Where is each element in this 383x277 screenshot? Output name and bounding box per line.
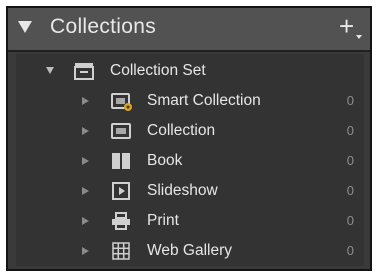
collection-label: Print (147, 212, 179, 229)
collections-panel-header[interactable]: Collections + (8, 8, 370, 52)
item-count: 0 (346, 123, 354, 138)
collection-row-slideshow[interactable]: Slideshow 0 (16, 176, 364, 206)
item-count: 0 (346, 153, 354, 168)
add-collection-button[interactable]: + (339, 12, 362, 40)
collections-panel: Collections + Collection Set Smart Colle… (6, 6, 372, 271)
expand-triangle-icon[interactable] (82, 157, 89, 165)
expand-triangle-icon[interactable] (46, 67, 54, 74)
collection-row-book[interactable]: Book 0 (16, 146, 364, 176)
item-count: 0 (346, 243, 354, 258)
item-count: 0 (346, 93, 354, 108)
web-gallery-icon (111, 241, 131, 261)
book-icon (111, 151, 131, 171)
plus-icon: + (339, 11, 355, 41)
item-count: 0 (346, 213, 354, 228)
collection-label: Web Gallery (147, 242, 232, 259)
expand-triangle-icon[interactable] (82, 97, 89, 105)
collection-row-smart-collection[interactable]: Smart Collection 0 (16, 86, 364, 116)
print-icon (111, 211, 131, 231)
panel-title: Collections (50, 15, 157, 38)
collection-label: Slideshow (147, 182, 218, 199)
collection-row-print[interactable]: Print 0 (16, 206, 364, 236)
collection-set-row[interactable]: Collection Set (16, 56, 364, 86)
expand-triangle-icon[interactable] (82, 187, 89, 195)
collection-label: Collection (147, 122, 216, 139)
collection-row-web-gallery[interactable]: Web Gallery 0 (16, 236, 364, 266)
collection-label: Book (147, 152, 183, 169)
collection-set-label: Collection Set (110, 62, 206, 79)
collection-set-icon (74, 61, 94, 81)
item-count: 0 (346, 183, 354, 198)
collapse-triangle-icon[interactable] (18, 21, 32, 33)
slideshow-icon (111, 181, 131, 201)
dropdown-caret-icon (356, 35, 362, 39)
collection-row-collection[interactable]: Collection 0 (16, 116, 364, 146)
collections-list: Collection Set Smart Collection 0 Collec… (16, 54, 364, 266)
smart-collection-icon (111, 91, 132, 111)
expand-triangle-icon[interactable] (82, 247, 89, 255)
collection-label: Smart Collection (147, 92, 261, 109)
expand-triangle-icon[interactable] (82, 217, 89, 225)
collection-icon (111, 121, 131, 141)
expand-triangle-icon[interactable] (82, 127, 89, 135)
